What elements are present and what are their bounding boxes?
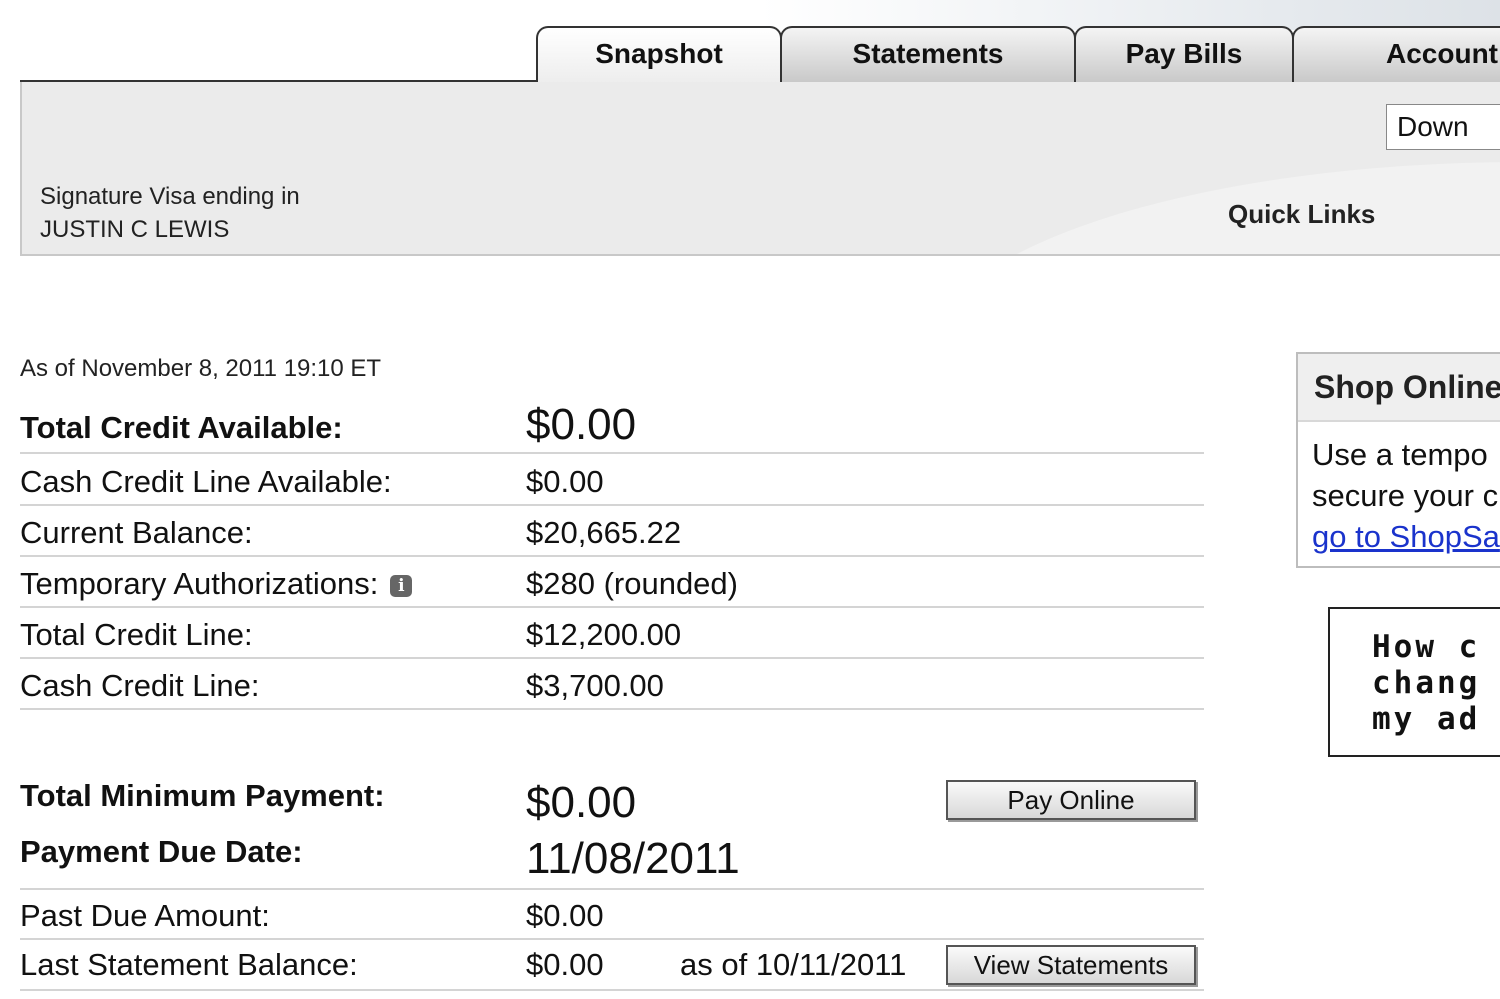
row-total-credit-available: Total Credit Available: $0.00 (20, 400, 1204, 454)
view-statements-button[interactable]: View Statements (946, 945, 1196, 985)
row-label: Total Credit Available: (20, 410, 343, 445)
row-label: Payment Due Date: (20, 834, 303, 869)
row-value: $0.00 (526, 947, 604, 982)
row-value: 11/08/2011 (526, 834, 740, 883)
as-of-timestamp: As of November 8, 2011 19:10 ET (20, 355, 382, 382)
tab-snapshot[interactable]: Snapshot (536, 26, 782, 86)
tab-account[interactable]: Account (1292, 26, 1500, 82)
shop-online-text-1: Use a tempo (1312, 437, 1488, 472)
row-value: $12,200.00 (526, 617, 682, 652)
tab-pay-bills[interactable]: Pay Bills (1074, 26, 1294, 82)
row-label: Last Statement Balance: (20, 947, 358, 982)
shop-online-panel: Shop Online Use a tempo secure your c go… (1296, 352, 1500, 568)
faq-line: chang (1372, 665, 1481, 701)
quick-links-label: Quick Links (1228, 199, 1376, 229)
row-value: $0.00 (526, 400, 637, 449)
change-address-faq[interactable]: How c chang my ad (1328, 607, 1500, 757)
faq-line: my ad (1372, 701, 1481, 737)
shopsafe-link[interactable]: go to ShopSa (1312, 516, 1500, 557)
row-cash-credit-available: Cash Credit Line Available: $0.00 (20, 456, 1204, 506)
faq-line: How c (1372, 629, 1481, 665)
row-cash-credit-line: Cash Credit Line: $3,700.00 (20, 660, 1204, 710)
row-total-credit-line: Total Credit Line: $12,200.00 (20, 609, 1204, 659)
row-value: $20,665.22 (526, 515, 682, 550)
quick-links-select[interactable]: Down (1386, 104, 1500, 150)
row-temporary-authorizations: Temporary Authorizations: i $280 (rounded… (20, 558, 1204, 608)
banner-swoosh (922, 162, 1500, 254)
row-value: $0.00 (526, 778, 637, 827)
row-value: $280 (rounded) (526, 566, 738, 601)
card-description: Signature Visa ending in (40, 183, 300, 210)
shop-online-text-2: secure your c (1312, 478, 1499, 513)
row-label: Total Minimum Payment: (20, 778, 385, 813)
row-label: Current Balance: (20, 515, 253, 550)
row-label-text: Temporary Authorizations: (20, 566, 379, 601)
row-value: $0.00 (526, 464, 604, 499)
row-label: Cash Credit Line Available: (20, 464, 392, 499)
account-banner: Signature Visa ending in JUSTIN C LEWIS … (20, 82, 1500, 256)
pay-online-button[interactable]: Pay Online (946, 780, 1196, 820)
row-label: Temporary Authorizations: i (20, 566, 413, 602)
row-value: $0.00 (526, 898, 604, 933)
shop-online-body: Use a tempo secure your c go to ShopSa (1298, 422, 1500, 557)
tab-statements[interactable]: Statements (780, 26, 1076, 82)
row-label: Past Due Amount: (20, 898, 270, 933)
top-navigation: Snapshot Statements Pay Bills Account (0, 0, 1500, 90)
info-icon[interactable]: i (390, 574, 413, 597)
shop-online-title: Shop Online (1298, 354, 1500, 422)
row-label: Total Credit Line: (20, 617, 253, 652)
card-holder-name: JUSTIN C LEWIS (40, 216, 230, 243)
row-label: Cash Credit Line: (20, 668, 260, 703)
row-payment-due-date: Payment Due Date: 11/08/2011 (20, 832, 1204, 890)
card-info: Signature Visa ending in JUSTIN C LEWIS (40, 180, 300, 246)
statement-date: as of 10/11/2011 (680, 947, 907, 982)
row-past-due-amount: Past Due Amount: $0.00 (20, 890, 1204, 940)
row-current-balance: Current Balance: $20,665.22 (20, 507, 1204, 557)
row-value: $3,700.00 (526, 668, 664, 703)
